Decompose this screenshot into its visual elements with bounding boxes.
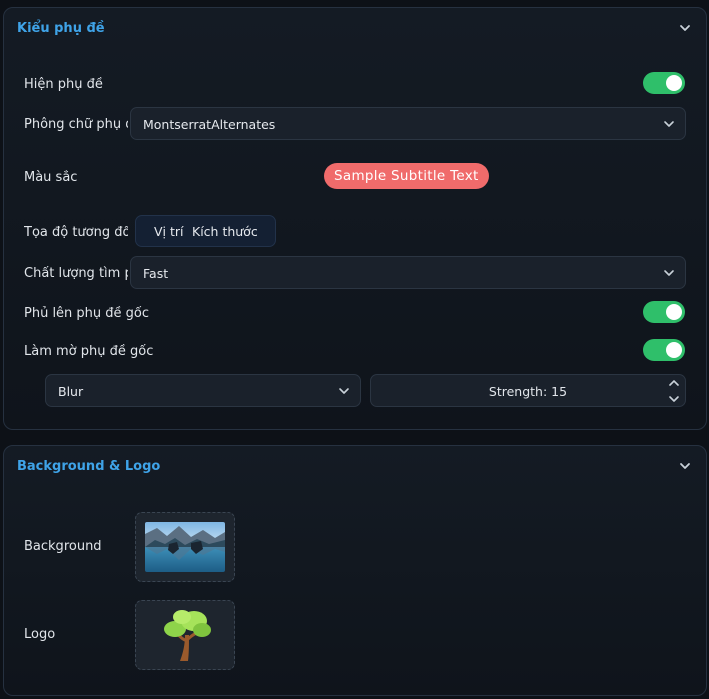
logo-image-picker[interactable] (135, 600, 235, 670)
quality-select[interactable]: Fast (130, 256, 686, 289)
logo-label: Logo (24, 627, 56, 642)
show-subtitles-label: Hiện phụ đề (24, 77, 103, 92)
background-image-picker[interactable] (135, 512, 235, 582)
toggle-knob (666, 75, 682, 91)
font-select-value: MontserratAlternates (143, 117, 276, 132)
blur-original-toggle[interactable] (643, 339, 685, 361)
quality-select-value: Fast (143, 266, 169, 281)
font-label: Phông chữ phụ đ (24, 117, 128, 132)
increment-icon[interactable] (668, 377, 680, 389)
show-subtitles-toggle[interactable] (643, 72, 685, 94)
background-logo-panel: Background & Logo Background Logo (3, 445, 707, 696)
chevron-down-icon (663, 118, 675, 130)
coords-tab-group: Vị trí Kích thước (135, 215, 276, 247)
background-label: Background (24, 539, 102, 554)
chevron-down-icon (338, 385, 350, 397)
chevron-down-icon[interactable] (678, 459, 692, 473)
tree-logo-icon (164, 610, 211, 661)
font-select[interactable]: MontserratAlternates (130, 107, 686, 140)
relative-coords-label: Tọa độ tương đố (24, 225, 128, 240)
subtitle-style-panel: Kiểu phụ đề Hiện phụ đề Phông chữ phụ đ … (3, 7, 707, 430)
chevron-down-icon (663, 267, 675, 279)
toggle-knob (666, 342, 682, 358)
color-label: Màu sắc (24, 170, 78, 185)
panel-title: Kiểu phụ đề (17, 21, 105, 36)
quality-label: Chất lượng tìm pl (24, 266, 128, 281)
blur-original-label: Làm mờ phụ đề gốc (24, 344, 154, 359)
blur-strength-value: Strength: 15 (488, 384, 568, 399)
tab-size[interactable]: Kích thước (192, 224, 258, 239)
subtitle-sample-preview[interactable]: Sample Subtitle Text (324, 163, 489, 189)
blur-mode-value: Blur (58, 384, 84, 399)
decrement-icon[interactable] (668, 393, 680, 405)
overlay-label: Phủ lên phụ đề gốc (24, 306, 150, 321)
blur-strength-stepper[interactable]: Strength: 15 (370, 374, 686, 407)
background-logo-header[interactable]: Background & Logo (4, 446, 706, 488)
background-thumbnail (145, 522, 225, 572)
subtitle-style-header[interactable]: Kiểu phụ đề (4, 8, 706, 50)
toggle-knob (666, 304, 682, 320)
sample-text: Sample Subtitle Text (334, 168, 479, 184)
blur-mode-select[interactable]: Blur (45, 374, 361, 407)
chevron-down-icon[interactable] (678, 21, 692, 35)
overlay-toggle[interactable] (643, 301, 685, 323)
tab-position[interactable]: Vị trí (154, 224, 184, 239)
panel-title: Background & Logo (17, 459, 161, 474)
